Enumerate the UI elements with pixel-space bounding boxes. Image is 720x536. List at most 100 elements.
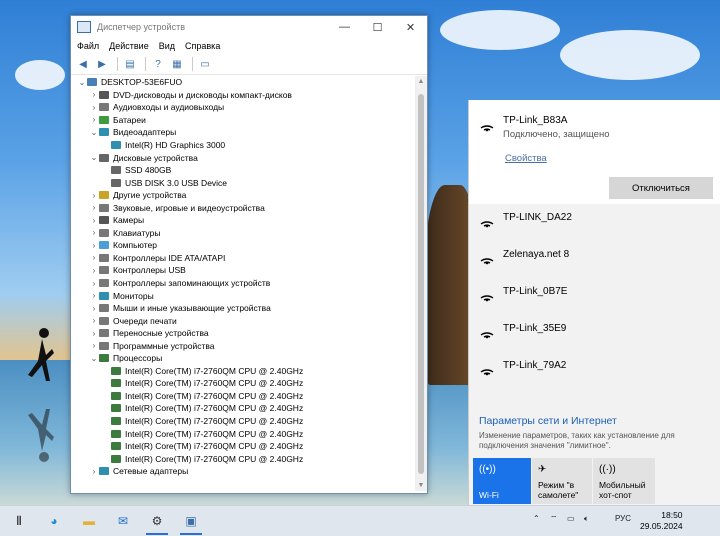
language-indicator[interactable]: РУС (615, 514, 631, 523)
collapse-chevron-icon[interactable]: ⌄ (89, 128, 99, 137)
details-icon[interactable]: ▦ (169, 57, 185, 71)
maximize-button[interactable]: ☐ (361, 21, 394, 34)
mobile-hotspot-toggle[interactable]: ((·)) Мобильный хот-спот (593, 458, 655, 504)
tree-row[interactable]: ⌄ Процессоры (71, 352, 414, 365)
scan-hardware-icon[interactable]: ▭ (197, 57, 213, 71)
volume-tray-icon[interactable]: 🔈︎ (584, 514, 589, 524)
collapse-chevron-icon[interactable]: ⌄ (89, 354, 99, 363)
tree-row[interactable]: Intel(R) Core(TM) i7-2760QM CPU @ 2.40GH… (71, 427, 414, 440)
task-view-icon[interactable]: ⫴ (10, 512, 28, 530)
tree-row[interactable]: Intel(R) Core(TM) i7-2760QM CPU @ 2.40GH… (71, 415, 414, 428)
back-icon[interactable]: ◀ (75, 57, 91, 71)
tree-row[interactable]: › Контроллеры IDE ATA/ATAPI (71, 252, 414, 265)
properties-icon[interactable]: ▤ (122, 57, 138, 71)
expand-chevron-icon[interactable]: › (89, 216, 99, 225)
tree-row[interactable]: › Батареи (71, 114, 414, 127)
scroll-thumb[interactable] (418, 94, 424, 474)
network-item[interactable]: TP-Link_79A2 (503, 360, 566, 371)
tree-row[interactable]: › Сетевые адаптеры (71, 465, 414, 478)
processor-icon (111, 429, 121, 438)
scroll-down-icon[interactable]: ▼ (415, 482, 427, 489)
menu-help[interactable]: Справка (185, 41, 220, 51)
tree-row[interactable]: Intel(R) Core(TM) i7-2760QM CPU @ 2.40GH… (71, 440, 414, 453)
expand-chevron-icon[interactable]: › (89, 253, 99, 262)
expand-chevron-icon[interactable]: › (89, 316, 99, 325)
expand-chevron-icon[interactable]: › (89, 304, 99, 313)
show-hidden-icons[interactable]: ⌃ (533, 514, 540, 523)
network-item[interactable]: TP-Link_35E9 (503, 323, 566, 334)
title-bar[interactable]: Диспетчер устройств — ☐ ✕ (71, 16, 427, 38)
wifi-toggle[interactable]: ((•)) Wi-Fi (473, 458, 531, 504)
tree-row[interactable]: › Мониторы (71, 289, 414, 302)
disconnect-button[interactable]: Отключиться (609, 177, 713, 199)
tree-row[interactable]: SSD 480GB (71, 164, 414, 177)
device-manager-icon[interactable]: ▣ (182, 512, 200, 530)
expand-chevron-icon[interactable]: › (89, 341, 99, 350)
clock[interactable]: 18:50 29.05.2024 (640, 510, 683, 532)
expand-chevron-icon[interactable]: › (89, 291, 99, 300)
menu-action[interactable]: Действие (109, 41, 149, 51)
tree-row[interactable]: Intel(R) HD Graphics 3000 (71, 139, 414, 152)
network-settings-link[interactable]: Параметры сети и Интернет (479, 415, 617, 427)
tree-row[interactable]: › Звуковые, игровые и видеоустройства (71, 201, 414, 214)
battery-tray-icon[interactable]: ▭ (567, 514, 575, 523)
menu-view[interactable]: Вид (159, 41, 175, 51)
expand-chevron-icon[interactable]: › (89, 115, 99, 124)
tree-row[interactable]: Intel(R) Core(TM) i7-2760QM CPU @ 2.40GH… (71, 402, 414, 415)
device-tree[interactable]: ⌄ DESKTOP-53E6FUO › DVD-дисководы и дисково… (71, 76, 414, 491)
tree-row[interactable]: ⌄ DESKTOP-53E6FUO (71, 76, 414, 89)
menu-file[interactable]: Файл (77, 41, 99, 51)
tree-row[interactable]: Intel(R) Core(TM) i7-2760QM CPU @ 2.40GH… (71, 377, 414, 390)
tree-row[interactable]: › Мыши и иные указывающие устройства (71, 302, 414, 315)
tree-row[interactable]: › Клавиатуры (71, 227, 414, 240)
expand-chevron-icon[interactable]: › (89, 203, 99, 212)
expand-chevron-icon[interactable]: › (89, 103, 99, 112)
tree-row[interactable]: › Контроллеры запоминающих устройств (71, 277, 414, 290)
tree-row[interactable]: › DVD-дисководы и дисководы компакт-диско… (71, 89, 414, 102)
tree-row[interactable]: Intel(R) Core(TM) i7-2760QM CPU @ 2.40GH… (71, 390, 414, 403)
settings-icon[interactable]: ⚙ (148, 512, 166, 530)
network-item[interactable]: TP-LINK_DA22 (503, 212, 572, 223)
device-manager-window[interactable]: Диспетчер устройств — ☐ ✕ Файл Действие … (70, 15, 428, 494)
help-icon[interactable]: ? (150, 57, 166, 71)
scroll-up-icon[interactable]: ▲ (415, 78, 427, 85)
expand-chevron-icon[interactable]: › (89, 90, 99, 99)
forward-icon[interactable]: ▶ (94, 57, 110, 71)
airplane-mode-toggle[interactable]: ✈ Режим "в самолете" (532, 458, 592, 504)
expand-chevron-icon[interactable]: › (89, 241, 99, 250)
tree-row[interactable]: ⌄ Дисковые устройства (71, 151, 414, 164)
tree-row[interactable]: USB DISK 3.0 USB Device (71, 176, 414, 189)
close-button[interactable]: ✕ (394, 21, 427, 34)
vertical-scrollbar[interactable]: ▲ ▼ (415, 76, 427, 491)
expand-chevron-icon[interactable]: › (89, 228, 99, 237)
tree-row[interactable]: Intel(R) Core(TM) i7-2760QM CPU @ 2.40GH… (71, 452, 414, 465)
expand-chevron-icon[interactable]: › (89, 266, 99, 275)
collapse-chevron-icon[interactable]: ⌄ (77, 78, 87, 87)
tree-row[interactable]: Intel(R) Core(TM) i7-2760QM CPU @ 2.40GH… (71, 365, 414, 378)
edge-icon[interactable]: ◕ (45, 512, 63, 530)
tree-row[interactable]: › Аудиовходы и аудиовыходы (71, 101, 414, 114)
tree-row-label: Мониторы (113, 290, 154, 301)
expand-chevron-icon[interactable]: › (89, 467, 99, 476)
collapse-chevron-icon[interactable]: ⌄ (89, 153, 99, 162)
expand-chevron-icon[interactable]: › (89, 191, 99, 200)
expand-chevron-icon[interactable]: › (89, 329, 99, 338)
tree-row[interactable]: › Камеры (71, 214, 414, 227)
network-item[interactable]: TP-Link_0B7E (503, 286, 567, 297)
wifi-secured-icon (480, 221, 494, 228)
tree-row[interactable]: › Контроллеры USB (71, 264, 414, 277)
mail-icon[interactable]: ✉ (114, 512, 132, 530)
tree-row[interactable]: › Переносные устройства (71, 327, 414, 340)
minimize-button[interactable]: — (328, 21, 361, 33)
tree-row[interactable]: › Компьютер (71, 239, 414, 252)
tree-row[interactable]: › Программные устройства (71, 339, 414, 352)
tree-row[interactable]: ⌄ Видеоадаптеры (71, 126, 414, 139)
network-item[interactable]: Zelenaya.net 8 (503, 249, 569, 260)
tree-row[interactable]: › Другие устройства (71, 189, 414, 202)
battery-icon (99, 115, 109, 124)
expand-chevron-icon[interactable]: › (89, 279, 99, 288)
network-tray-icon[interactable]: ⌔ (550, 514, 558, 524)
tree-row[interactable]: › Очереди печати (71, 314, 414, 327)
file-explorer-icon[interactable]: ▬ (80, 512, 98, 530)
properties-link[interactable]: Свойства (505, 153, 547, 164)
